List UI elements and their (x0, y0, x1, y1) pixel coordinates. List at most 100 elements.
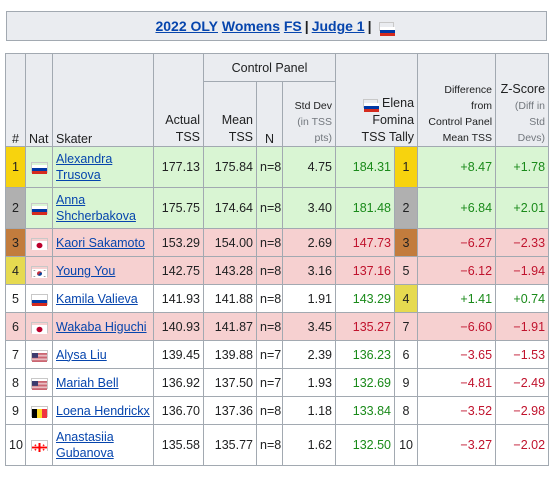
skater-link[interactable]: Anna Shcherbakova (56, 192, 150, 224)
std-dev-cell: 1.18 (281, 396, 337, 425)
skater-name-line: Young You (56, 263, 116, 278)
header-skater: Skater (52, 53, 154, 147)
mean-tss-cell: 135.77 (203, 424, 257, 466)
table-row: 3 Kaori Sakamoto 153.29 154.00 n=8 2.69 147.73… (5, 228, 550, 257)
judge-tss-cell: 143.29 (335, 284, 396, 313)
nation-cell (25, 340, 53, 369)
tally-cell: 2 (394, 187, 419, 229)
nation-cell (25, 396, 53, 425)
z-score-cell: −2.33 (495, 228, 550, 257)
belgium-flag-icon (30, 405, 48, 418)
nation-cell (25, 256, 53, 285)
rank-cell: 2 (5, 187, 26, 229)
actual-tss-cell: 142.75 (153, 256, 204, 285)
header-actual-tss-line1: Actual (165, 113, 200, 127)
std-dev-cell: 3.40 (281, 187, 337, 229)
title-link-fs[interactable]: FS (284, 18, 302, 34)
table-body: 1 Alexandra Trusova 177.13 175.84 n=8 4.75 184.… (5, 146, 550, 466)
table-row: 8 Mariah Bell 136.92 137.50 n=7 1.93 132.69 9 −4… (5, 368, 550, 397)
rank-cell: 1 (5, 146, 26, 188)
skater-link[interactable]: Kamila Valieva (56, 291, 150, 307)
skater-link[interactable]: Kaori Sakamoto (56, 235, 150, 251)
nation-cell (25, 187, 53, 229)
mean-tss-cell: 141.87 (203, 312, 257, 341)
usa-flag-icon (30, 349, 48, 362)
difference-cell: +8.47 (417, 146, 497, 188)
title-link-womens[interactable]: Womens (222, 18, 280, 34)
rank-cell: 10 (5, 424, 26, 466)
skater-link[interactable]: Mariah Bell (56, 375, 150, 391)
title-link-judge[interactable]: Judge 1 (312, 18, 365, 34)
z-score-cell: −2.02 (495, 424, 550, 466)
russia-flag-icon (30, 293, 48, 306)
header-z-score: Z-Score (Diff in Std Devs) (495, 53, 550, 147)
skater-cell: Kaori Sakamoto (52, 228, 154, 257)
header-judge: Elena Fomina TSS Tally (335, 53, 419, 147)
skater-name-line: Alexandra (56, 152, 113, 166)
header-difference: Difference from Control Panel Mean TSS (417, 53, 497, 147)
table-row: 6 Wakaba Higuchi 140.93 141.87 n=8 3.45 135.27… (5, 312, 550, 341)
std-dev-cell: 3.16 (281, 256, 337, 285)
rank-cell: 5 (5, 284, 26, 313)
table-row: 4 Young You 142.75 143.28 n=8 3.16 137.16 5 −6.1… (5, 256, 550, 285)
table-row: 7 Alysa Liu 139.45 139.88 n=7 2.39 136.23 6 −3.6… (5, 340, 550, 369)
actual-tss-cell: 139.45 (153, 340, 204, 369)
skater-name-line: Wakaba Higuchi (56, 319, 147, 334)
mean-tss-cell: 154.00 (203, 228, 257, 257)
n-cell: n=8 (256, 146, 283, 188)
z-score-cell: −2.49 (495, 368, 550, 397)
judge-tss-cell: 133.84 (335, 396, 396, 425)
skater-link[interactable]: Loena Hendrickx (56, 403, 150, 419)
header-actual-tss-line2: TSS (175, 130, 200, 144)
skater-link[interactable]: Alexandra Trusova (56, 151, 150, 183)
header-nat: Nat (25, 53, 53, 147)
n-cell: n=7 (256, 368, 283, 397)
skater-name-line: Gubanova (56, 446, 114, 460)
n-cell: n=8 (256, 284, 283, 313)
nation-cell (25, 284, 53, 313)
skater-link[interactable]: Young You (56, 263, 150, 279)
skater-link[interactable]: Wakaba Higuchi (56, 319, 150, 335)
russia-flag-icon (30, 162, 48, 175)
actual-tss-cell: 136.92 (153, 368, 204, 397)
z-score-cell: −1.94 (495, 256, 550, 285)
rank-cell: 8 (5, 368, 26, 397)
title-link-event[interactable]: 2022 OLY (155, 18, 218, 34)
difference-cell: −3.27 (417, 424, 497, 466)
skater-link[interactable]: Anastasiia Gubanova (56, 429, 150, 461)
tally-cell: 6 (394, 340, 419, 369)
georgia-flag-icon (30, 440, 48, 453)
mean-tss-cell: 174.64 (203, 187, 257, 229)
skater-cell: Young You (52, 256, 154, 285)
z-score-cell: +2.01 (495, 187, 550, 229)
judge-tss-cell: 135.27 (335, 312, 396, 341)
tally-cell: 5 (394, 256, 419, 285)
actual-tss-cell: 175.75 (153, 187, 204, 229)
mean-tss-cell: 143.28 (203, 256, 257, 285)
tally-cell: 1 (394, 146, 419, 188)
n-cell: n=8 (256, 312, 283, 341)
tally-cell: 8 (394, 396, 419, 425)
tally-cell: 4 (394, 284, 419, 313)
n-cell: n=7 (256, 340, 283, 369)
difference-cell: −3.65 (417, 340, 497, 369)
judge-tss-cell: 181.48 (335, 187, 396, 229)
std-dev-cell: 3.45 (281, 312, 337, 341)
n-cell: n=8 (256, 256, 283, 285)
n-cell: n=8 (256, 187, 283, 229)
mean-tss-cell: 139.88 (203, 340, 257, 369)
skater-link[interactable]: Alysa Liu (56, 347, 150, 363)
mean-tss-cell: 141.88 (203, 284, 257, 313)
nation-cell (25, 424, 53, 466)
nation-cell (25, 368, 53, 397)
header-control-panel: Control Panel (202, 53, 337, 82)
rank-cell: 9 (5, 396, 26, 425)
mean-tss-cell: 137.50 (203, 368, 257, 397)
russia-flag-icon (30, 203, 48, 216)
russia-flag-icon (363, 99, 380, 113)
difference-cell: +1.41 (417, 284, 497, 313)
z-score-cell: −1.91 (495, 312, 550, 341)
rank-cell: 6 (5, 312, 26, 341)
nation-cell (25, 312, 53, 341)
table-row: 2 Anna Shcherbakova 175.75 174.64 n=8 3.40 181.… (5, 187, 550, 229)
